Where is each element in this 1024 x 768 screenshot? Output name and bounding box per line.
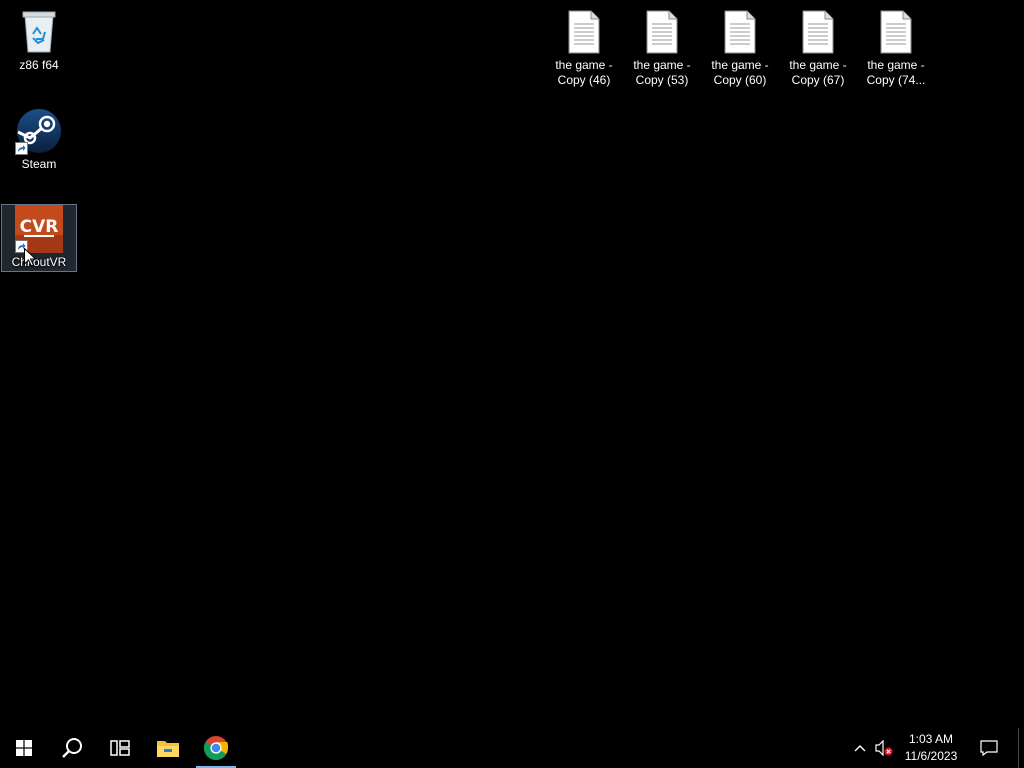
desktop-icon-text-file[interactable]: the game - Copy (46) — [546, 8, 622, 88]
text-file-icon — [794, 8, 842, 56]
desktop-icon-steam[interactable]: Steam — [1, 107, 77, 172]
desktop: z86 f64 Steam CVR ChkoutVR the game - Co… — [0, 0, 1024, 728]
svg-text:CVR: CVR — [20, 217, 59, 237]
start-button[interactable] — [0, 728, 48, 768]
desktop-icon-label: the game - Copy (46) — [555, 58, 613, 87]
recycle-bin-icon — [15, 8, 63, 56]
action-center-button[interactable] — [966, 728, 1012, 768]
desktop-icon-label: the game - Copy (74... — [866, 58, 926, 87]
shortcut-arrow-icon — [15, 142, 28, 155]
text-file-icon — [638, 8, 686, 56]
clock-time: 1:03 AM — [908, 732, 954, 746]
mouse-cursor-icon — [24, 247, 37, 272]
desktop-icon-label: ChkoutVR — [11, 255, 67, 269]
taskbar: 1:03 AM 11/6/2023 — [0, 728, 1024, 768]
search-icon — [62, 738, 82, 758]
text-file-icon — [716, 8, 764, 56]
desktop-icon-label: z86 f64 — [19, 58, 59, 72]
desktop-icon-label: Steam — [21, 157, 57, 171]
text-file-icon — [872, 8, 920, 56]
checkoutvr-icon: CVR — [15, 205, 63, 253]
start-icon — [16, 740, 32, 756]
desktop-icon-checkoutvr[interactable]: CVR ChkoutVR — [1, 204, 77, 272]
chrome-icon — [204, 736, 229, 761]
volume-muted-icon — [875, 740, 893, 756]
search-button[interactable] — [48, 728, 96, 768]
desktop-icon-label: the game - Copy (60) — [711, 58, 769, 87]
desktop-icon-text-file[interactable]: the game - Copy (53) — [624, 8, 700, 88]
clock-date: 11/6/2023 — [904, 749, 958, 763]
desktop-icon-recycle-bin[interactable]: z86 f64 — [1, 8, 77, 73]
desktop-icon-text-file[interactable]: the game - Copy (67) — [780, 8, 856, 88]
volume-button[interactable] — [872, 728, 896, 768]
show-hidden-icons-button[interactable] — [848, 728, 872, 768]
notification-icon — [980, 740, 998, 756]
file-explorer-button[interactable] — [144, 728, 192, 768]
desktop-icon-label: the game - Copy (53) — [633, 58, 691, 87]
file-explorer-icon — [157, 741, 179, 757]
desktop-icon-label: the game - Copy (67) — [789, 58, 847, 87]
task-view-button[interactable] — [96, 728, 144, 768]
show-desktop-button[interactable] — [1018, 728, 1024, 768]
desktop-icon-text-file[interactable]: the game - Copy (60) — [702, 8, 778, 88]
task-view-icon — [110, 740, 130, 756]
clock[interactable]: 1:03 AM 11/6/2023 — [896, 731, 966, 765]
chrome-button[interactable] — [192, 728, 240, 768]
text-file-icon — [560, 8, 608, 56]
desktop-icon-text-file[interactable]: the game - Copy (74... — [858, 8, 934, 88]
chevron-up-icon — [854, 745, 866, 752]
system-tray: 1:03 AM 11/6/2023 — [848, 728, 1024, 768]
steam-icon — [15, 107, 63, 155]
